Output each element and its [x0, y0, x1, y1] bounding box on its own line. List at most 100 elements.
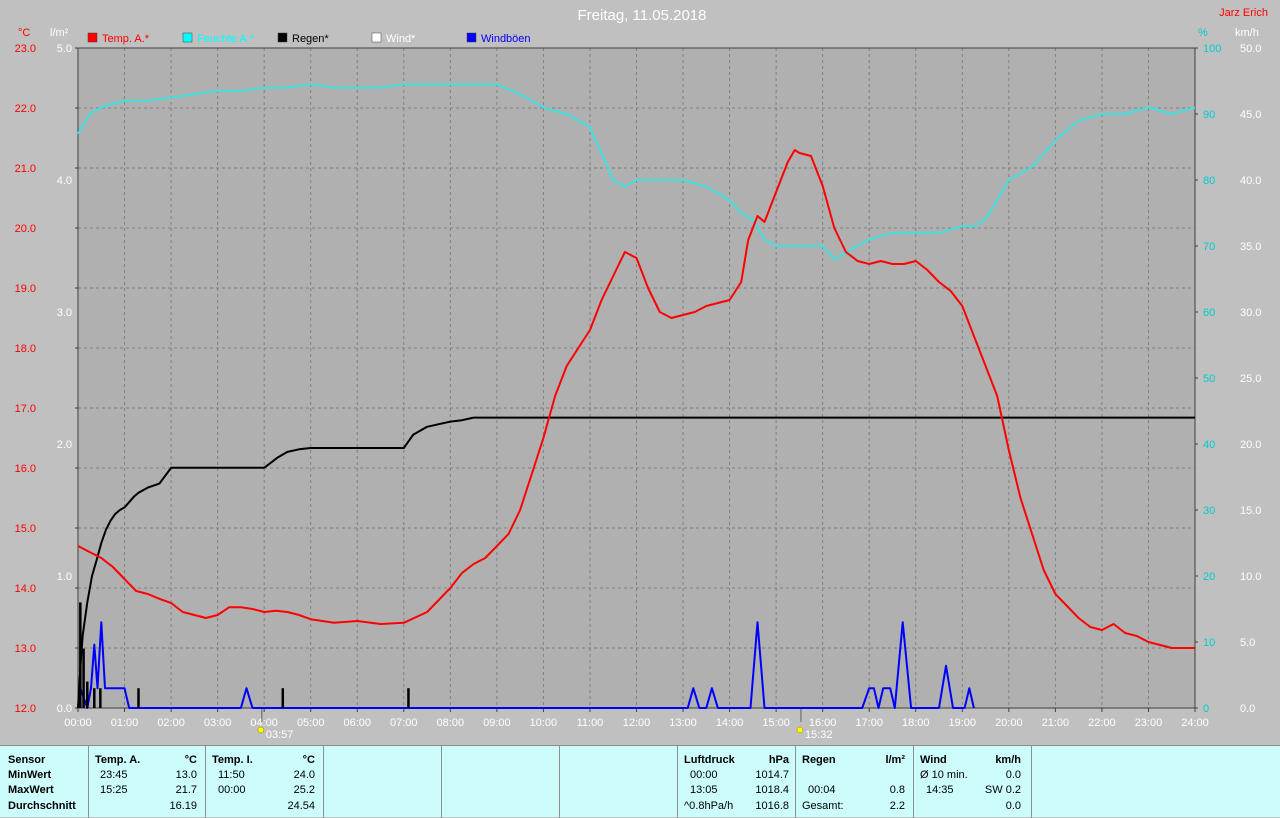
wind-tick-label: 5.0 [1240, 637, 1255, 649]
temp-tick-label: 15.0 [15, 523, 36, 535]
temp-a-min-value: 13.0 [175, 769, 197, 781]
wind-header: Wind [920, 754, 947, 766]
temp-tick-label: 23.0 [15, 43, 36, 55]
x-tick-label: 03:00 [204, 717, 232, 729]
x-tick-label: 10:00 [530, 717, 558, 729]
wind-unit: km/h [995, 754, 1021, 766]
temp-tick-label: 14.0 [15, 583, 36, 595]
pressure-unit: hPa [768, 754, 789, 766]
wind-tick-label: 45.0 [1240, 109, 1261, 121]
temp-tick-label: 12.0 [15, 703, 36, 715]
humidity-tick-label: 30 [1203, 505, 1215, 517]
x-tick-label: 06:00 [343, 717, 371, 729]
rain-max-value: 0.8 [889, 784, 905, 796]
pressure-min-time: 00:00 [690, 769, 718, 781]
maxwert-label: MaxWert [8, 784, 54, 796]
rain-tick-label: 5.0 [57, 43, 72, 55]
temp-a-max-time: 15:25 [100, 784, 128, 796]
statistics-panel: Sensor MinWert MaxWert Durchschnitt Temp… [0, 745, 1280, 818]
x-tick-label: 11:00 [577, 717, 604, 729]
x-tick-label: 17:00 [855, 717, 883, 729]
humidity-tick-label: 100 [1203, 43, 1221, 55]
temp-tick-label: 22.0 [15, 103, 36, 115]
legend-swatch [87, 32, 98, 43]
x-tick-label: 21:00 [1042, 717, 1070, 729]
x-tick-label: 20:00 [995, 717, 1023, 729]
rain-total-value: 2.2 [889, 800, 905, 812]
x-tick-label: 13:00 [669, 717, 697, 729]
stats-wind-column: Wind km/h Ø 10 min. 0.0 14:35 SW 0.2 0.0 [914, 746, 1032, 818]
rain-tick-label: 1.0 [57, 571, 72, 583]
legend-label: Temp. A.* [102, 33, 150, 45]
temp-a-max-value: 21.7 [175, 784, 197, 796]
wind-tick-label: 10.0 [1240, 571, 1261, 583]
legend-swatch [277, 32, 288, 43]
wind-tick-label: 50.0 [1240, 43, 1261, 55]
wind-tick-label: 0.0 [1240, 703, 1255, 715]
pressure-header: Luftdruck [684, 754, 735, 766]
rain-tick-label: 4.0 [57, 175, 72, 187]
legend-swatch [182, 32, 193, 43]
humidity-tick-label: 50 [1203, 373, 1215, 385]
x-tick-label: 23:00 [1135, 717, 1163, 729]
temp-tick-label: 21.0 [15, 163, 36, 175]
pressure-min-value: 1014.7 [755, 769, 789, 781]
humidity-tick-label: 40 [1203, 439, 1215, 451]
wind-max-time: 14:35 [926, 784, 954, 796]
wind-average: 0.0 [1005, 800, 1021, 812]
legend-label: Regen* [292, 33, 329, 45]
temp-i-min-time: 11:50 [218, 769, 245, 781]
pressure-trend: ^0.8hPa/h [684, 800, 734, 812]
rain-total-label: Gesamt: [802, 800, 844, 812]
stats-sensor-column: Sensor MinWert MaxWert Durchschnitt [0, 746, 89, 818]
sensor-header: Sensor [8, 754, 46, 766]
rain-tick-label: 2.0 [57, 439, 72, 451]
stats-empty-column-1 [324, 746, 442, 818]
temp-a-average: 16.19 [169, 800, 197, 812]
temp-tick-label: 17.0 [15, 403, 36, 415]
stats-temp-i-column: Temp. I. °C 11:50 24.0 00:00 25.2 24.54 [206, 746, 324, 818]
x-tick-label: 02:00 [157, 717, 185, 729]
temp-tick-label: 20.0 [15, 223, 36, 235]
temp-unit-label: °C [18, 27, 30, 39]
x-tick-label: 01:00 [111, 717, 139, 729]
rain-max-time: 00:04 [808, 784, 836, 796]
x-tick-label: 12:00 [623, 717, 651, 729]
stats-empty-column-3 [560, 746, 678, 818]
wind-tick-label: 25.0 [1240, 373, 1261, 385]
sunrise-time-label: 03:57 [266, 729, 294, 741]
temp-i-min-value: 24.0 [293, 769, 315, 781]
chart-title: Freitag, 11.05.2018 [578, 7, 707, 24]
legend-swatch [371, 32, 382, 43]
x-tick-label: 22:00 [1088, 717, 1116, 729]
temp-tick-label: 16.0 [15, 463, 36, 475]
wind-avg10-label: Ø 10 min. [920, 769, 968, 781]
temp-i-header: Temp. I. [212, 754, 253, 766]
temp-a-header: Temp. A. [95, 754, 141, 766]
durchschnitt-label: Durchschnitt [8, 800, 76, 812]
wind-tick-label: 40.0 [1240, 175, 1261, 187]
wind-tick-label: 20.0 [1240, 439, 1261, 451]
humidity-tick-label: 90 [1203, 109, 1215, 121]
temp-i-average: 24.54 [287, 800, 315, 812]
x-tick-label: 19:00 [949, 717, 977, 729]
legend-label: Wind* [386, 33, 416, 45]
x-tick-label: 08:00 [437, 717, 465, 729]
pressure-max-value: 1018.4 [755, 784, 789, 796]
humidity-unit-label: % [1198, 27, 1208, 39]
stats-pressure-column: Luftdruck hPa 00:00 1014.7 13:05 1018.4 … [678, 746, 796, 818]
humidity-tick-label: 80 [1203, 175, 1215, 187]
rain-header: Regen [802, 754, 836, 766]
temp-i-unit: °C [302, 754, 315, 766]
minwert-label: MinWert [8, 769, 52, 781]
temp-a-unit: °C [184, 754, 197, 766]
wind-tick-label: 30.0 [1240, 307, 1261, 319]
x-tick-label: 04:00 [250, 717, 278, 729]
x-tick-label: 07:00 [390, 717, 418, 729]
humidity-tick-label: 0 [1203, 703, 1209, 715]
x-tick-label: 09:00 [483, 717, 511, 729]
wind-avg10-value: 0.0 [1005, 769, 1021, 781]
author-label: Jarz Erich [1219, 7, 1268, 19]
wind-unit-label: km/h [1235, 27, 1259, 39]
x-tick-label: 14:00 [716, 717, 744, 729]
